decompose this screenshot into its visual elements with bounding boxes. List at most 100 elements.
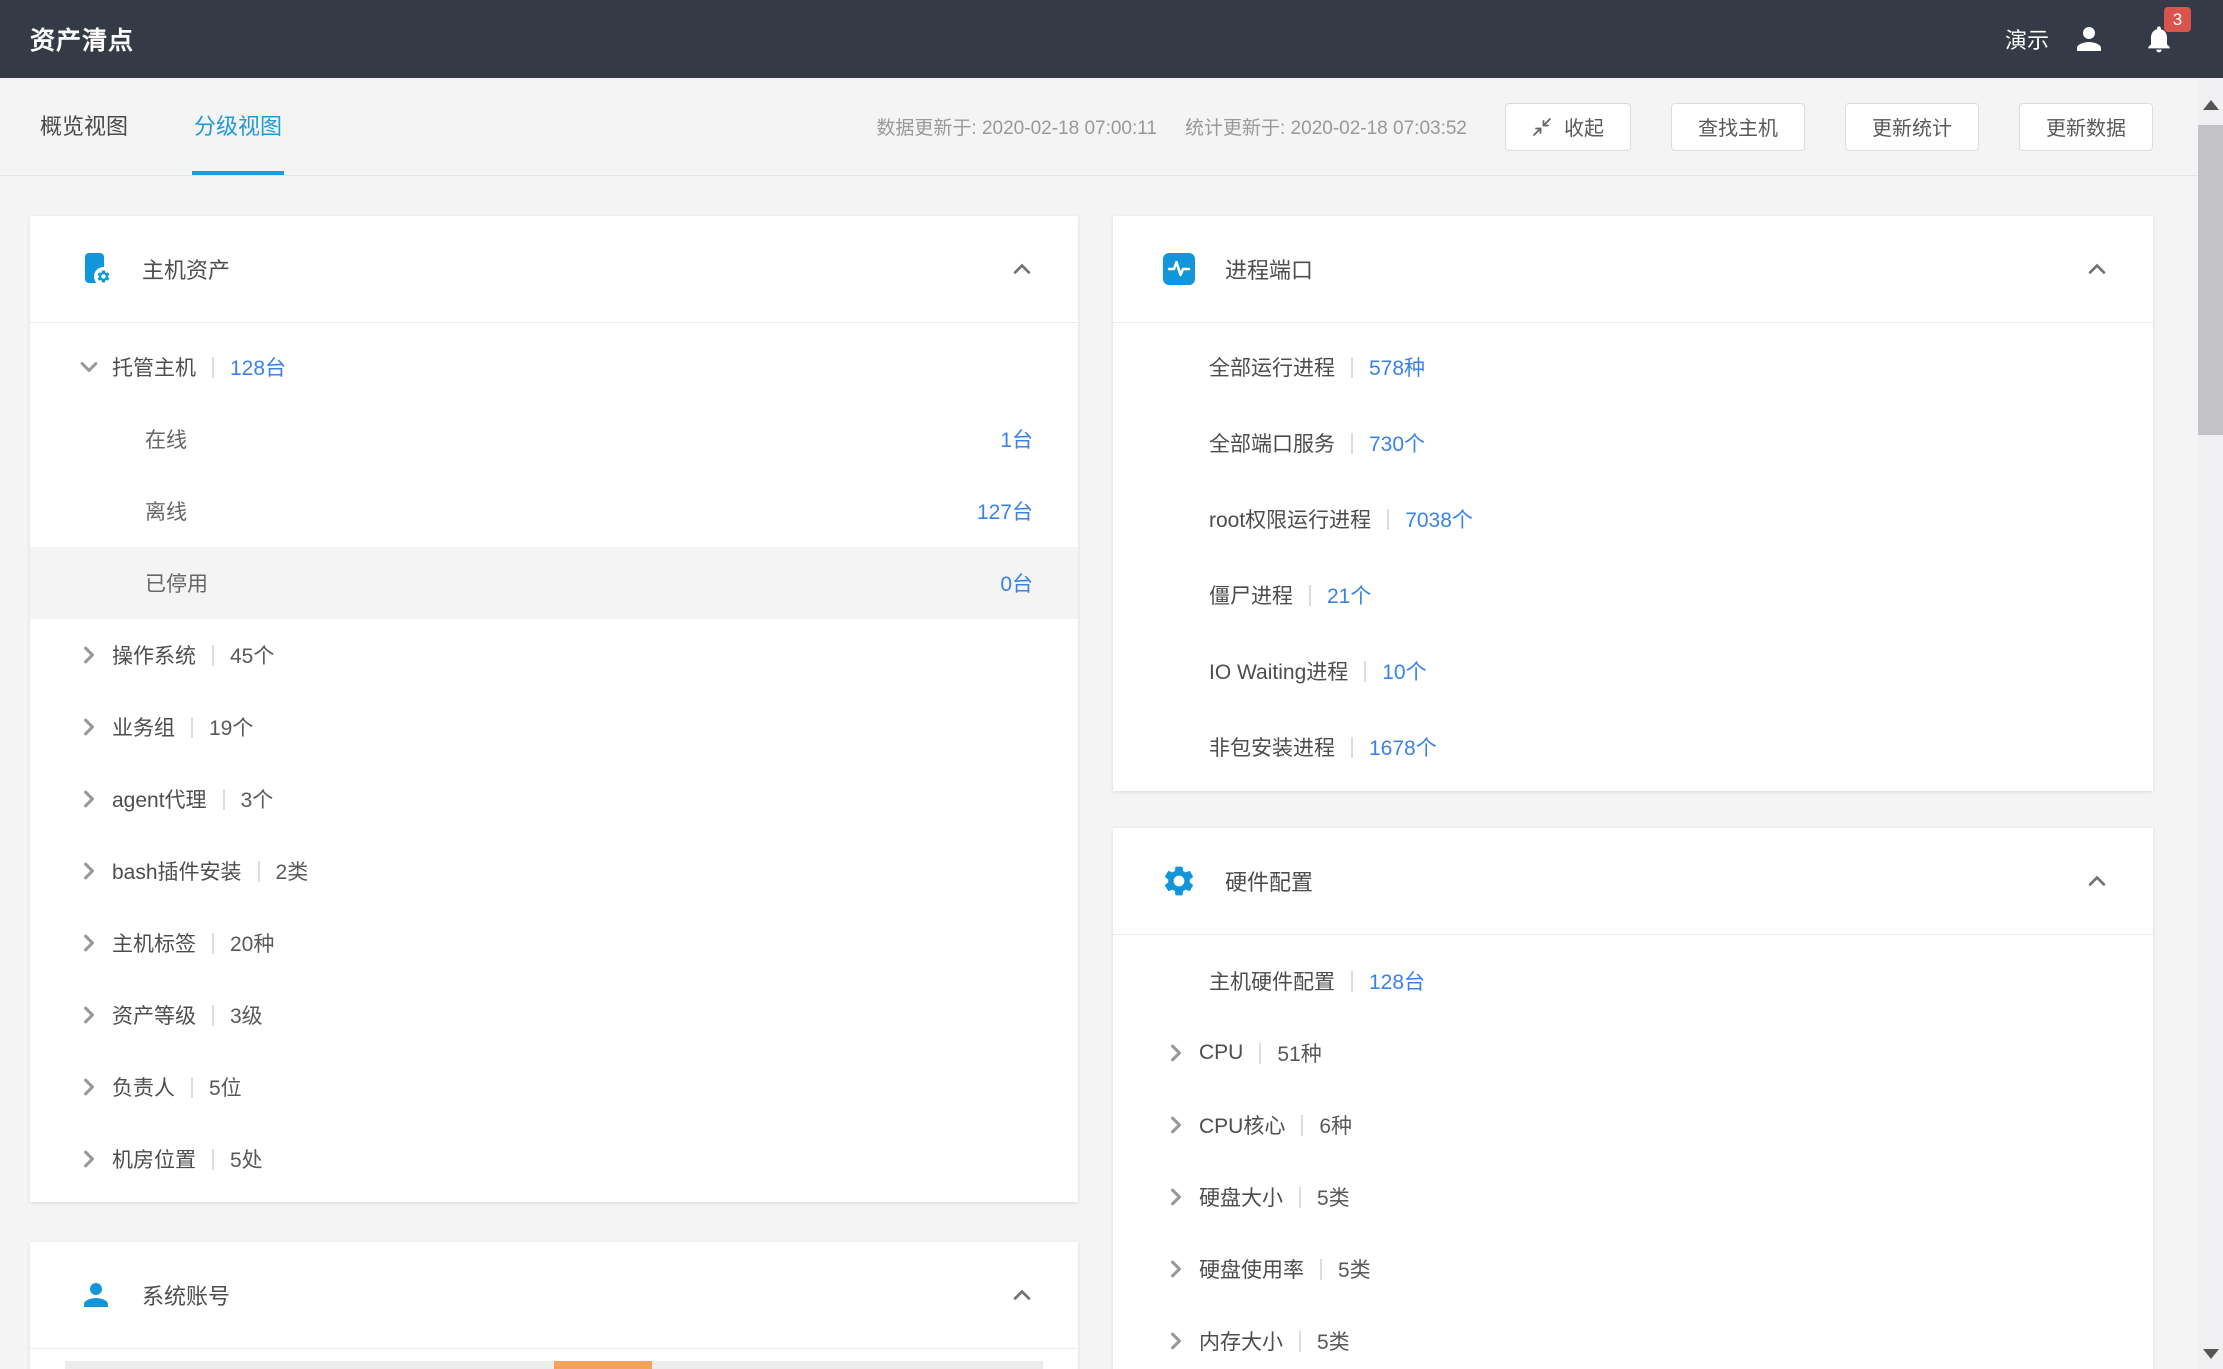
row-all-processes[interactable]: 全部运行进程578种 [1113, 329, 2153, 405]
row-agent[interactable]: agent代理3个 [30, 763, 1078, 835]
item-count[interactable]: 3个 [241, 784, 274, 814]
user-name[interactable]: 演示 [2005, 23, 2049, 55]
item-count[interactable]: 7038个 [1405, 504, 1473, 534]
toolbar: 概览视图 分级视图 数据更新于: 2020-02-18 07:00:11 统计更… [0, 78, 2223, 176]
item-count[interactable]: 5类 [1317, 1326, 1350, 1356]
chevron-right-icon[interactable] [1165, 1330, 1187, 1352]
item-count[interactable]: 19个 [209, 712, 253, 742]
item-count[interactable]: 1台 [1000, 424, 1033, 454]
item-count[interactable]: 1678个 [1369, 732, 1437, 762]
stats-updated-timestamp: 统计更新于: 2020-02-18 07:03:52 [1185, 113, 1467, 140]
scrollbar[interactable] [2198, 78, 2223, 1369]
chevron-right-icon[interactable] [78, 1076, 100, 1098]
user-avatar-icon[interactable] [2071, 21, 2107, 57]
row-asset-level[interactable]: 资产等级3级 [30, 979, 1078, 1051]
chevron-right-icon[interactable] [1165, 1114, 1187, 1136]
item-count[interactable]: 127台 [977, 496, 1033, 526]
scrollbar-up-arrow-icon[interactable] [2203, 100, 2219, 110]
item-count[interactable]: 3级 [230, 1000, 263, 1030]
item-label: 内存大小 [1199, 1326, 1283, 1356]
row-cpu[interactable]: CPU51种 [1113, 1017, 2153, 1089]
separator-bar [1351, 433, 1353, 454]
chevron-right-icon[interactable] [1165, 1042, 1187, 1064]
separator-bar [212, 645, 214, 666]
row-zombie-processes[interactable]: 僵尸进程21个 [1113, 557, 2153, 633]
item-count[interactable]: 5处 [230, 1144, 263, 1174]
system-accounts-collapse-icon[interactable] [1011, 1284, 1033, 1306]
system-accounts-card: 系统账号 [30, 1242, 1078, 1369]
row-host-hw-config[interactable]: 主机硬件配置128台 [1113, 945, 2153, 1017]
item-count[interactable]: 5位 [209, 1072, 242, 1102]
row-disabled[interactable]: 已停用 0台 [30, 547, 1078, 619]
chevron-right-icon[interactable] [78, 1004, 100, 1026]
separator-bar [1299, 1331, 1301, 1352]
item-label: 已停用 [145, 568, 208, 598]
item-count[interactable]: 128台 [230, 352, 286, 382]
separator-bar [212, 1149, 214, 1170]
row-io-waiting[interactable]: IO Waiting进程10个 [1113, 633, 2153, 709]
item-count[interactable]: 20种 [230, 928, 274, 958]
row-os[interactable]: 操作系统45个 [30, 619, 1078, 691]
row-owner[interactable]: 负责人5位 [30, 1051, 1078, 1123]
item-count[interactable]: 128台 [1369, 966, 1425, 996]
item-count[interactable]: 21个 [1327, 580, 1371, 610]
scrollbar-down-arrow-icon[interactable] [2203, 1349, 2219, 1359]
item-count[interactable]: 51种 [1277, 1038, 1321, 1068]
process-ports-title: 进程端口 [1225, 253, 1313, 285]
row-online[interactable]: 在线 1台 [30, 403, 1078, 475]
separator-bar [223, 789, 225, 810]
row-cpu-cores[interactable]: CPU核心6种 [1113, 1089, 2153, 1161]
chevron-right-icon[interactable] [78, 860, 100, 882]
row-disk-usage[interactable]: 硬盘使用率5类 [1113, 1233, 2153, 1305]
separator-bar [212, 1005, 214, 1026]
row-non-package[interactable]: 非包安装进程1678个 [1113, 709, 2153, 785]
item-count[interactable]: 5类 [1317, 1182, 1350, 1212]
item-count[interactable]: 2类 [276, 856, 309, 886]
tab-overview-view[interactable]: 概览视图 [38, 78, 130, 175]
update-stats-button[interactable]: 更新统计 [1845, 103, 1979, 151]
item-label: 硬盘大小 [1199, 1182, 1283, 1212]
separator-bar [1351, 737, 1353, 758]
hardware-config-card-header: 硬件配置 [1113, 828, 2153, 935]
item-count[interactable]: 10个 [1382, 656, 1426, 686]
row-host-tags[interactable]: 主机标签 20种 [30, 907, 1078, 979]
row-mem-size[interactable]: 内存大小 5类 [1113, 1305, 2153, 1369]
notifications-button[interactable]: 3 [2143, 23, 2175, 55]
item-count[interactable]: 578种 [1369, 352, 1425, 382]
chevron-right-icon[interactable] [78, 716, 100, 738]
hardware-config-card: 硬件配置 主机硬件配置128台CPU51种CPU核心6种硬盘大小5类硬盘使用率5… [1113, 828, 2153, 1369]
item-count[interactable]: 5类 [1338, 1254, 1371, 1284]
chevron-down-icon[interactable] [78, 356, 100, 378]
scrollbar-thumb[interactable] [2198, 125, 2223, 435]
chevron-right-icon[interactable] [1165, 1186, 1187, 1208]
hardware-config-collapse-icon[interactable] [2086, 870, 2108, 892]
collapse-button[interactable]: 收起 [1505, 103, 1631, 151]
item-count[interactable]: 6种 [1319, 1110, 1352, 1140]
separator-bar [1364, 661, 1366, 682]
view-tabs: 概览视图 分级视图 [38, 78, 284, 175]
chevron-right-icon[interactable] [78, 644, 100, 666]
item-count[interactable]: 730个 [1369, 428, 1425, 458]
chevron-right-icon[interactable] [78, 1148, 100, 1170]
update-data-button[interactable]: 更新数据 [2019, 103, 2153, 151]
row-offline[interactable]: 离线127台 [30, 475, 1078, 547]
host-assets-collapse-icon[interactable] [1011, 258, 1033, 280]
item-count[interactable]: 45个 [230, 640, 274, 670]
row-all-port-services[interactable]: 全部端口服务730个 [1113, 405, 2153, 481]
process-ports-collapse-icon[interactable] [2086, 258, 2108, 280]
tab-hierarchy-view[interactable]: 分级视图 [192, 78, 284, 175]
chevron-right-icon[interactable] [78, 932, 100, 954]
hardware-config-icon [1161, 863, 1197, 899]
item-label: 主机标签 [112, 928, 196, 958]
row-hosted-hosts[interactable]: 托管主机128台 [30, 331, 1078, 403]
row-biz-group[interactable]: 业务组19个 [30, 691, 1078, 763]
find-host-button[interactable]: 查找主机 [1671, 103, 1805, 151]
item-label: 在线 [145, 424, 187, 454]
chevron-right-icon[interactable] [78, 788, 100, 810]
row-bash-plugin[interactable]: bash插件安装2类 [30, 835, 1078, 907]
row-root-processes[interactable]: root权限运行进程7038个 [1113, 481, 2153, 557]
row-disk-size[interactable]: 硬盘大小 5类 [1113, 1161, 2153, 1233]
chevron-right-icon[interactable] [1165, 1258, 1187, 1280]
row-datacenter[interactable]: 机房位置5处 [30, 1123, 1078, 1195]
item-count[interactable]: 0台 [1000, 568, 1033, 598]
